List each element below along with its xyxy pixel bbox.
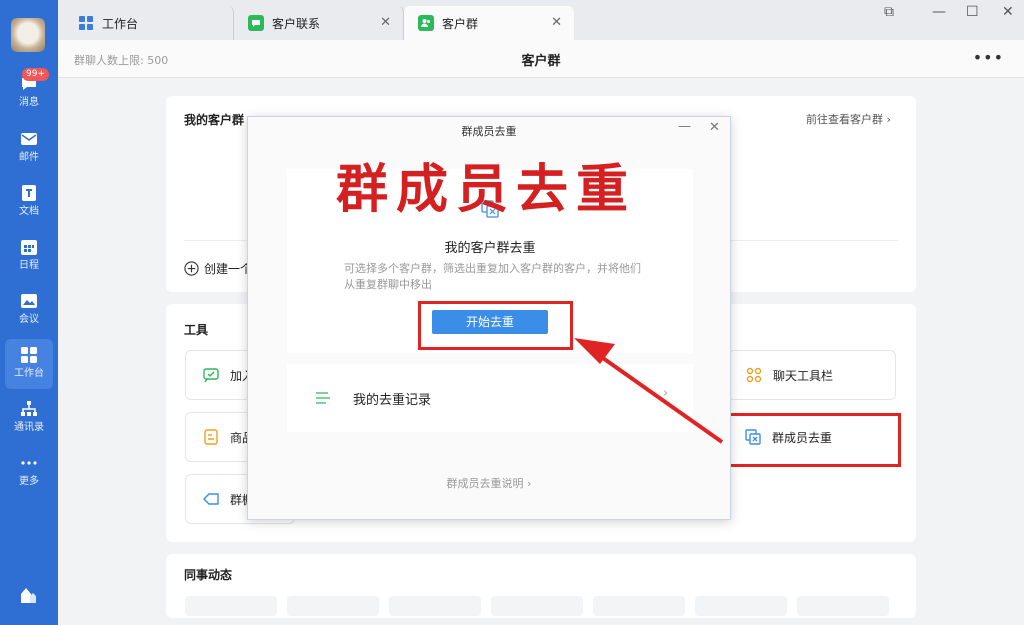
close-icon[interactable]: ✕ [551,15,562,30]
dialog-title: 群成员去重 [461,125,517,138]
close-icon[interactable]: ✕ [380,15,391,30]
close-icon[interactable]: ✕ [709,120,720,135]
tag-icon [203,493,219,505]
dedupe-explain-link[interactable]: 群成员去重说明 › [248,475,730,491]
activity-placeholder [593,596,685,616]
sidebar-item-workbench[interactable]: 工作台 [5,339,53,389]
page-header: 群聊人数上限: 500 客户群 ••• [58,40,1024,78]
sidebar-item-calendar[interactable]: 日程 [0,231,58,281]
minimize-icon[interactable]: — [678,119,691,134]
message-icon [203,368,219,383]
maximize-icon[interactable]: ☐ [966,4,979,20]
tab-customer-contact[interactable]: 客户联系 ✕ [234,6,404,40]
panel-description: 可选择多个客户群，筛选出重复加入客户群的客户，并将他们从重复群聊中移出 [344,262,641,291]
activity-placeholder [797,596,889,616]
sidebar-item-label: 日程 [19,260,39,271]
document-icon [22,185,36,201]
more-options-icon[interactable]: ••• [973,48,1004,67]
sidebar-item-label: 工作台 [14,368,44,379]
sidebar-item-mail[interactable]: 邮件 [0,123,58,173]
meeting-icon [21,294,37,308]
tab-customer-group[interactable]: 客户群 ✕ [404,6,574,40]
panel-heading: 我的客户群去重 [444,241,536,256]
tab-label: 客户联系 [272,16,321,31]
customer-contact-icon [248,15,264,31]
tab-label: 工作台 [102,16,139,31]
highlight-box [418,301,573,350]
sidebar-item-docs[interactable]: 文档 [0,177,58,227]
activity-placeholder [695,596,787,616]
minimize-icon[interactable]: — [932,4,946,20]
activity-placeholder [389,596,481,616]
sidebar-item-label: 会议 [19,314,39,325]
unread-badge: 99+ [22,68,49,81]
sidebar-item-label: 文档 [19,206,39,217]
highlight-box [727,413,901,467]
tab-label: 客户群 [442,16,479,31]
sidebar-item-meetings[interactable]: 会议 [0,285,58,335]
contacts-icon [21,401,37,416]
close-window-icon[interactable]: ✕ [1002,4,1014,20]
annotation-arrow [574,338,724,444]
tool-label: 聊天工具栏 [773,368,834,383]
tool-chat-toolbar[interactable]: 聊天工具栏 [728,350,896,400]
card-title: 我的客户群 [184,113,245,127]
toolbar-icon [746,367,762,383]
mail-icon [21,133,37,145]
card-title: 同事动态 [184,568,233,582]
annotation-caption: 群成员去重 [336,159,637,220]
tab-bar: 工作台 客户联系 ✕ 客户群 ✕ ⧉ — ☐ ✕ [58,0,1024,40]
avatar[interactable] [11,18,45,52]
page-title: 客户群 [521,54,561,69]
activity-placeholder [185,596,277,616]
sidebar-item-label: 邮件 [19,152,39,163]
dedupe-dialog: 群成员去重 — ✕ 我的客户群去重 可选择多个客户群，筛选出重复加入客户群的客户… [247,116,731,520]
pin-window-icon[interactable]: ⧉ [884,4,894,20]
sidebar-item-contacts[interactable]: 通讯录 [0,393,58,443]
create-label: 创建一个 [204,262,253,276]
activity-placeholder [491,596,583,616]
plus-circle-icon [184,261,199,276]
sidebar-item-label: 消息 [19,97,39,108]
workbench-icon [78,15,94,31]
more-icon [21,461,37,465]
activity-placeholder [287,596,379,616]
list-icon [316,392,330,404]
card-title: 工具 [184,323,209,337]
workbench-icon [21,347,37,363]
sidebar: 消息 99+ 邮件 文档 日程 会议 工作台 通讯录 更多 [0,0,58,625]
sidebar-item-more[interactable]: 更多 [0,447,58,497]
calendar-icon [21,240,37,255]
tab-workbench[interactable]: 工作台 [64,6,234,40]
customer-group-icon [418,15,434,31]
product-icon [204,429,218,445]
view-groups-link[interactable]: 前往查看客户群 › [806,111,891,127]
sidebar-item-label: 通讯录 [14,422,44,433]
records-label: 我的去重记录 [353,393,432,408]
create-group-button[interactable]: 创建一个 [184,260,252,277]
app-logo-icon[interactable] [18,585,38,605]
sidebar-item-label: 更多 [19,476,39,487]
